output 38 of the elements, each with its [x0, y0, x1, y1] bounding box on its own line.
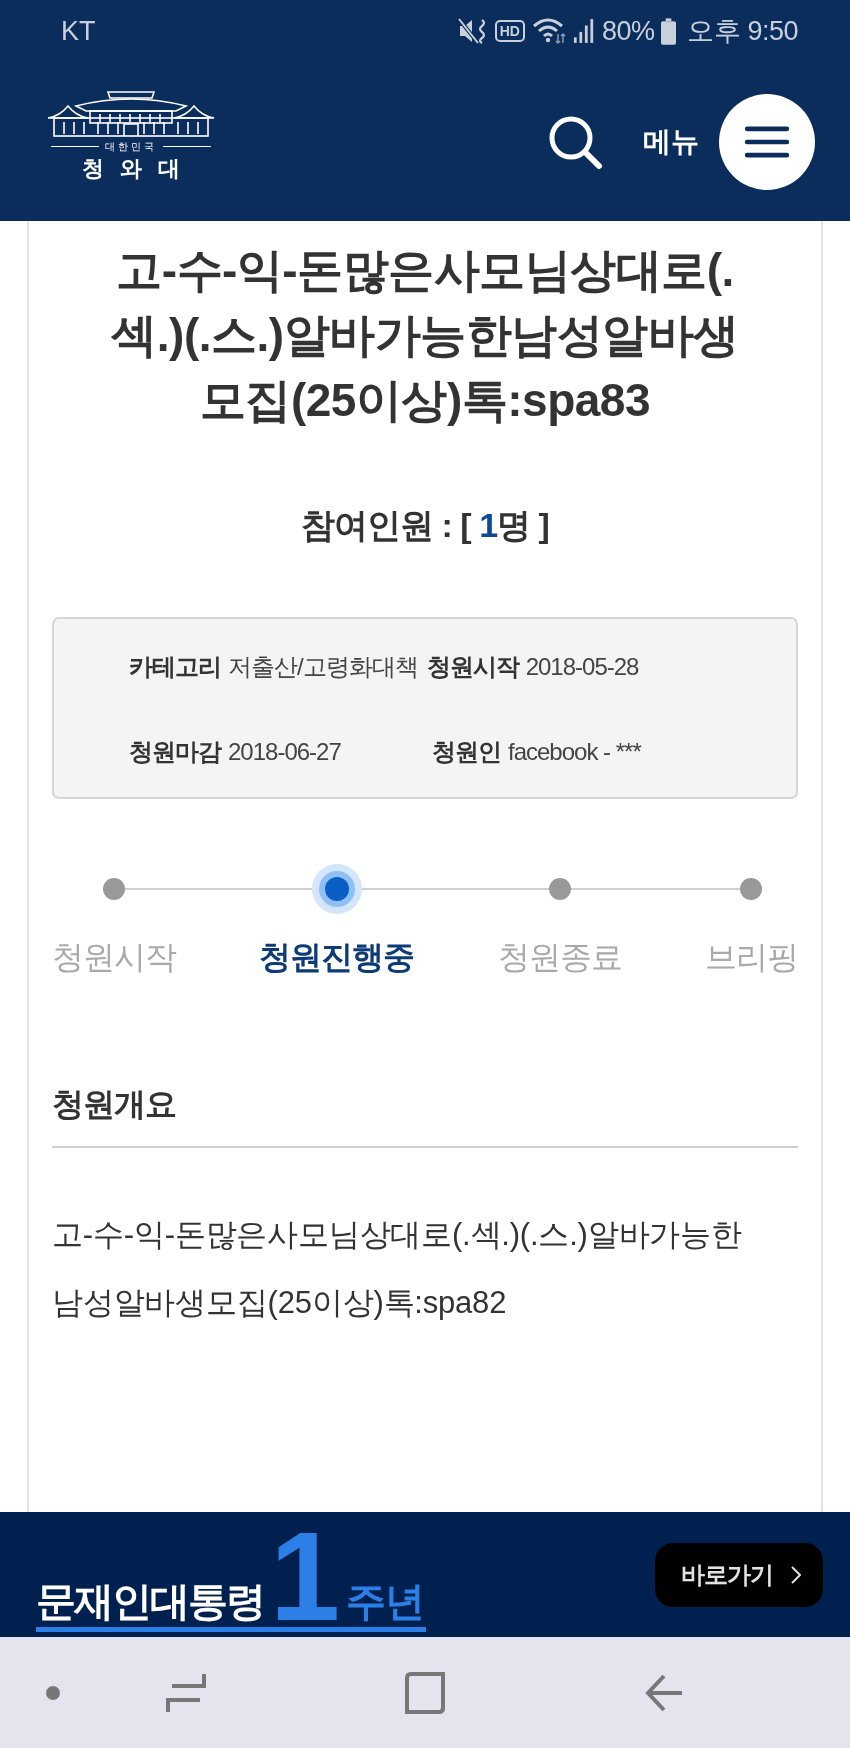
summary-text: 고-수-익-돈많은사모님상대로(.섹.)(.스.)알바가능한남성알바생모집(25이상)톡:spa82 [52, 1216, 743, 1322]
signal-icon [572, 19, 595, 43]
clock-time: 오후 9:50 [687, 15, 798, 48]
vibrate-mute-icon [457, 17, 488, 45]
info-label: 청원마감 [129, 737, 221, 767]
banner-title: 문재인대통령 [36, 1578, 264, 1625]
summary-heading: 청원개요 [52, 1082, 798, 1148]
dot-icon[interactable] [46, 1685, 60, 1700]
info-label: 청원인 [432, 737, 501, 767]
chevron-right-icon [791, 1565, 801, 1584]
info-label: 카테고리 [129, 652, 221, 682]
info-value: facebook - *** [508, 737, 641, 767]
step-label: 청원종료 [497, 938, 622, 977]
wifi-icon [531, 17, 566, 45]
hd-voice-indicator: HD [494, 20, 525, 42]
back-icon[interactable] [644, 1672, 684, 1713]
banner-suffix: 주년 [346, 1578, 425, 1625]
banner-number: 1 [270, 1527, 341, 1627]
info-label: 청원시작 [426, 652, 519, 682]
info-value: 저출산/고령화대책 [228, 652, 418, 682]
carrier-name: KT [61, 15, 96, 47]
home-icon[interactable] [405, 1671, 445, 1714]
menu-label[interactable]: 메뉴 [643, 122, 699, 161]
participant-count: 참여인원 : [ 1명 ] [300, 505, 550, 546]
info-value: 2018-05-28 [525, 652, 639, 682]
petition-title: 고-수-익-돈많은사모님상대로(.섹.)(.스.)알바가능한남성알바생모집(25이상)톡:spa83 [110, 243, 740, 428]
step-label: 청원진행중 [259, 938, 415, 977]
battery-icon [661, 17, 677, 45]
step-label: 청원시작 [52, 938, 176, 977]
menu-icon [744, 124, 790, 159]
logo-name[interactable]: 청와대 [82, 153, 196, 184]
logo-subtitle: 대한민국 [105, 139, 157, 154]
info-value: 2018-06-27 [228, 737, 341, 767]
step-label: 브리핑 [705, 938, 798, 977]
recent-apps-icon[interactable] [166, 1671, 206, 1714]
anniversary-banner[interactable]: 문재인대통령 1 주년 바로가기 [0, 1512, 850, 1637]
shortcut-button[interactable]: 바로가기 [655, 1542, 823, 1607]
battery-percent: 80% [601, 15, 655, 47]
